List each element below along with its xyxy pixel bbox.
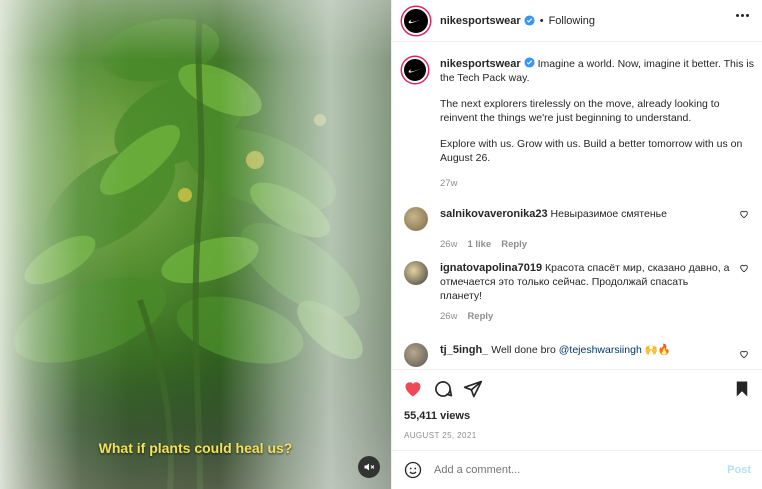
- comments-scroll-area[interactable]: nikesportswear Imagine a world. Now, ima…: [392, 43, 762, 369]
- comment-username[interactable]: salnikovaveronika23: [440, 208, 548, 220]
- post-video[interactable]: What if plants could heal us?: [0, 0, 391, 489]
- post-actions: 55,411 views AUGUST 25, 2021: [392, 369, 762, 449]
- post-details-panel: nikesportswear • Following nikesportswea…: [391, 0, 762, 489]
- comment-like-icon[interactable]: [739, 209, 749, 219]
- comment-timestamp[interactable]: 26w: [440, 311, 457, 322]
- comment-text: Невыразимое смятенье: [550, 208, 667, 220]
- following-button[interactable]: Following: [549, 15, 595, 27]
- caption-text-3: Explore with us. Grow with us. Build a b…: [440, 138, 743, 164]
- caption-timestamp[interactable]: 27w: [440, 177, 755, 191]
- like-heart-icon[interactable]: [403, 379, 423, 399]
- mute-button[interactable]: [358, 456, 380, 478]
- more-options-icon[interactable]: [736, 14, 749, 17]
- post-caption: nikesportswear Imagine a world. Now, ima…: [402, 57, 757, 191]
- video-subtitle: What if plants could heal us?: [98, 440, 293, 456]
- post-date: AUGUST 25, 2021: [404, 431, 477, 440]
- verified-badge-icon: [524, 15, 535, 26]
- comment-input[interactable]: [434, 464, 704, 476]
- header-separator: •: [539, 14, 544, 27]
- commenter-avatar[interactable]: [404, 343, 428, 367]
- comment-item: ignatovapolina7019 Красота спасёт мир, с…: [404, 261, 759, 322]
- header-username[interactable]: nikesportswear: [440, 15, 521, 27]
- caption-avatar[interactable]: [402, 57, 428, 83]
- comment-item: tj_5ingh_ Well done bro @tejeshwarsiingh…: [404, 343, 759, 367]
- post-header: nikesportswear • Following: [392, 0, 762, 42]
- add-comment-bar: Post: [392, 450, 762, 489]
- avatar[interactable]: [402, 6, 430, 35]
- comment-timestamp[interactable]: 26w: [440, 239, 457, 250]
- comment-username[interactable]: tj_5ingh_: [440, 344, 488, 356]
- comment-mention[interactable]: @tejeshwarsiingh: [559, 344, 642, 356]
- bookmark-icon[interactable]: [733, 380, 751, 398]
- commenter-avatar[interactable]: [404, 207, 428, 231]
- speaker-muted-icon: [364, 463, 375, 471]
- comment-text: Well done bro: [491, 344, 556, 356]
- comment-username[interactable]: ignatovapolina7019: [440, 262, 542, 274]
- nike-logo-icon: [408, 18, 424, 23]
- view-count[interactable]: 55,411 views: [404, 410, 470, 422]
- comment-item: salnikovaveronika23 Невыразимое смятенье…: [404, 207, 759, 250]
- comment-likes[interactable]: 1 like: [467, 239, 491, 250]
- emoji-icon[interactable]: [404, 461, 422, 479]
- comment-icon[interactable]: [433, 379, 453, 399]
- glass-reflection: [0, 0, 391, 489]
- caption-text-2: The next explorers tirelessly on the mov…: [440, 98, 720, 124]
- reply-button[interactable]: Reply: [501, 239, 527, 250]
- comment-like-icon[interactable]: [739, 263, 749, 273]
- verified-badge-icon: [524, 57, 535, 68]
- share-icon[interactable]: [463, 379, 483, 399]
- comment-emoji: 🙌🔥: [644, 344, 671, 356]
- nike-logo-icon: [408, 67, 423, 73]
- commenter-avatar[interactable]: [404, 261, 428, 285]
- caption-username[interactable]: nikesportswear: [440, 58, 521, 70]
- reply-button[interactable]: Reply: [467, 311, 493, 322]
- comment-like-icon[interactable]: [739, 349, 749, 359]
- post-comment-button[interactable]: Post: [727, 464, 751, 476]
